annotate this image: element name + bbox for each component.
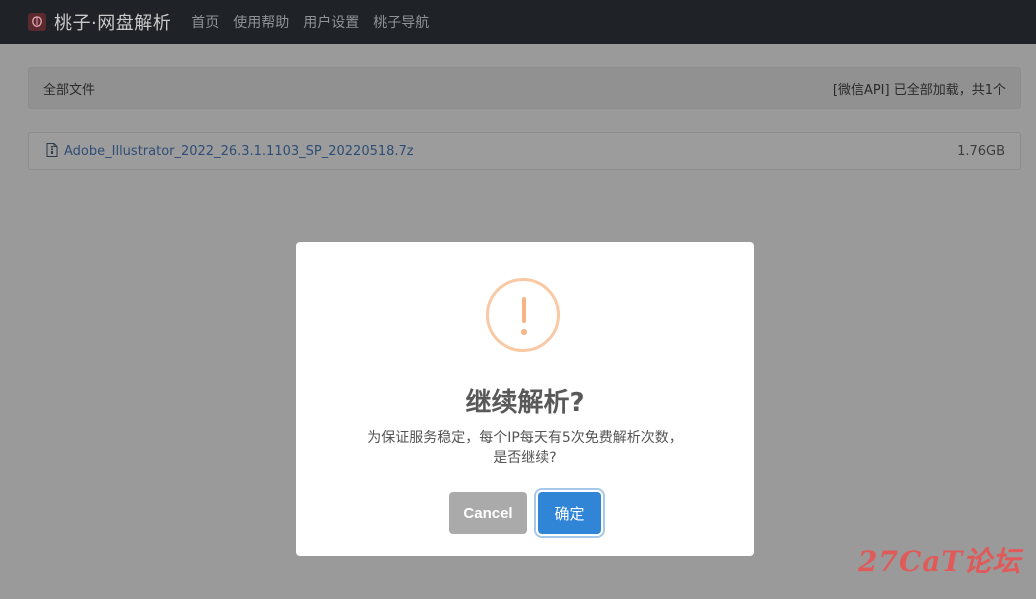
file-row[interactable]: Adobe_Illustrator_2022_26.3.1.1103_SP_20… bbox=[28, 132, 1021, 170]
dialog-message-line-1: 为保证服务稳定，每个IP每天有5次免费解析次数， bbox=[367, 430, 683, 446]
file-link[interactable]: Adobe_Illustrator_2022_26.3.1.1103_SP_20… bbox=[46, 142, 414, 161]
warning-icon-dot bbox=[521, 329, 527, 335]
file-size: 1.76GB bbox=[957, 143, 1005, 159]
file-list-title: 全部文件 bbox=[43, 82, 96, 98]
watermark: 27CaT论坛 bbox=[858, 545, 1022, 578]
load-status: [微信API] 已全部加载，共1个 bbox=[832, 82, 1006, 98]
archive-file-icon bbox=[46, 142, 58, 161]
confirm-dialog: 继续解析? 为保证服务稳定，每个IP每天有5次免费解析次数， 是否继续? Can… bbox=[296, 242, 754, 556]
dialog-message-line-2: 是否继续? bbox=[493, 450, 557, 466]
navbar: 桃子·网盘解析 首页 使用帮助 用户设置 桃子导航 bbox=[0, 0, 1036, 44]
nav-item-home[interactable]: 首页 bbox=[191, 12, 219, 32]
brand-title: 桃子·网盘解析 bbox=[54, 13, 172, 34]
file-name: Adobe_Illustrator_2022_26.3.1.1103_SP_20… bbox=[64, 143, 414, 159]
warning-icon bbox=[486, 278, 560, 352]
brand[interactable]: 桃子·网盘解析 bbox=[28, 9, 171, 35]
cancel-button[interactable]: Cancel bbox=[449, 492, 527, 534]
nav-menu: 首页 使用帮助 用户设置 桃子导航 bbox=[191, 12, 443, 32]
file-list-header: 全部文件 [微信API] 已全部加载，共1个 bbox=[28, 67, 1021, 109]
warning-icon-bar bbox=[522, 297, 526, 323]
nav-item-settings[interactable]: 用户设置 bbox=[303, 12, 359, 32]
dialog-title: 继续解析? bbox=[465, 388, 585, 418]
nav-item-navigation[interactable]: 桃子导航 bbox=[373, 12, 429, 32]
confirm-button[interactable]: 确定 bbox=[538, 492, 601, 534]
nav-item-help[interactable]: 使用帮助 bbox=[233, 12, 289, 32]
dialog-message: 为保证服务稳定，每个IP每天有5次免费解析次数， 是否继续? bbox=[326, 428, 724, 468]
peach-logo-icon bbox=[28, 13, 46, 31]
